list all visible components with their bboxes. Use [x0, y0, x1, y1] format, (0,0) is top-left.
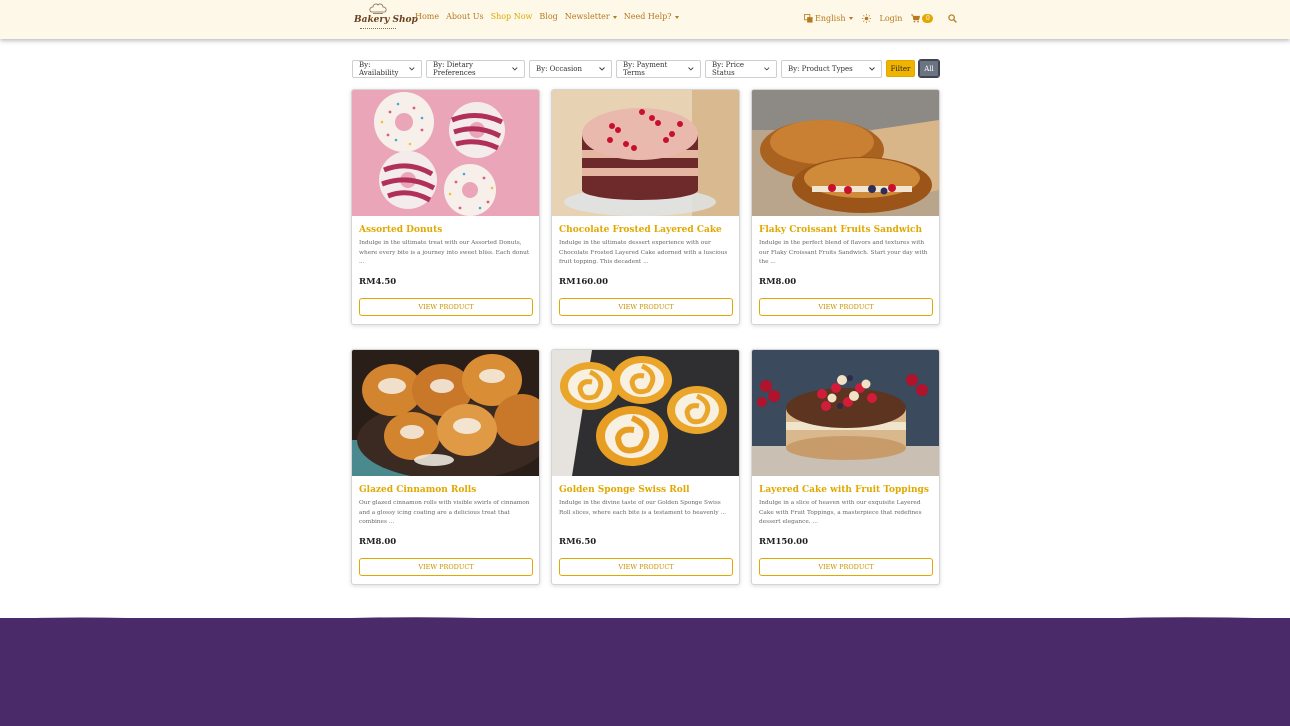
occasion-label: By: Occasion — [536, 65, 582, 73]
all-button[interactable]: All — [918, 59, 940, 78]
product-image[interactable] — [552, 350, 739, 476]
chevron-down-icon — [764, 67, 770, 71]
cinnamon-rolls-photo — [352, 350, 539, 476]
nav-shop-label: Shop Now — [490, 12, 533, 21]
header-tools: English Login 0 — [804, 11, 966, 25]
croissant-photo — [752, 90, 939, 216]
view-product-button[interactable]: VIEW PRODUCT — [759, 298, 933, 316]
availability-label: By: Availability — [359, 61, 399, 77]
donuts-photo — [352, 90, 539, 216]
logo-underline — [360, 28, 396, 30]
nav-newsletter[interactable]: Newsletter — [565, 12, 617, 21]
footer-wave-edge — [0, 617, 1290, 621]
search-icon — [948, 13, 958, 23]
cart-icon — [911, 14, 921, 22]
language-selector[interactable]: English — [804, 14, 853, 23]
chevron-down-icon — [409, 67, 415, 71]
nav-blog[interactable]: Blog — [539, 12, 557, 21]
site-footer — [0, 617, 1290, 726]
product-price: RM8.00 — [759, 277, 797, 287]
product-title[interactable]: Golden Sponge Swiss Roll — [559, 485, 734, 495]
product-price: RM160.00 — [559, 277, 609, 287]
occasion-select[interactable]: By: Occasion — [529, 60, 612, 78]
product-title[interactable]: Chocolate Frosted Layered Cake — [559, 225, 734, 235]
product-image[interactable] — [552, 90, 739, 216]
nav-home[interactable]: Home — [415, 12, 439, 21]
price-status-select[interactable]: By: Price Status — [705, 60, 777, 78]
cart-count-badge: 0 — [922, 13, 934, 23]
product-description: Indulge in the perfect blend of flavors … — [759, 240, 928, 265]
chevron-down-icon — [848, 16, 853, 20]
product-description: Indulge in the ultimate dessert experien… — [559, 240, 728, 265]
filter-button[interactable]: Filter — [886, 60, 915, 77]
nav-need-help[interactable]: Need Help? — [624, 12, 679, 21]
language-label: English — [815, 13, 846, 23]
nav-shop-now[interactable]: Shop Now — [491, 12, 533, 21]
bakery-logo[interactable]: Bakery Shop — [354, 2, 418, 34]
view-product-button[interactable]: VIEW PRODUCT — [559, 558, 733, 576]
product-title[interactable]: Flaky Croissant Fruits Sandwich — [759, 225, 934, 235]
product-image[interactable] — [752, 90, 939, 216]
product-card[interactable]: Glazed Cinnamon Rolls Our glazed cinnamo… — [351, 349, 540, 585]
dietary-preferences-select[interactable]: By: Dietary Preferences — [426, 60, 525, 78]
nav-blog-label: Blog — [539, 12, 558, 21]
price-status-label: By: Price Status — [712, 61, 745, 77]
product-description: Our glazed cinnamon rolls with visible s… — [359, 500, 530, 525]
product-title[interactable]: Layered Cake with Fruit Toppings — [759, 485, 934, 495]
product-card[interactable]: Layered Cake with Fruit Toppings Indulge… — [751, 349, 940, 585]
product-card[interactable]: Chocolate Frosted Layered Cake Indulge i… — [551, 89, 740, 325]
product-title[interactable]: Assorted Donuts — [359, 225, 534, 235]
nav-home-label: Home — [415, 12, 440, 21]
chef-hat-icon — [369, 3, 387, 14]
product-types-label: By: Product Types — [788, 65, 853, 73]
filter-bar: By: Availability By: Dietary Preferences… — [352, 59, 940, 78]
nav-help-label: Need Help? — [623, 12, 672, 21]
product-card[interactable]: Assorted Donuts Indulge in the ultimate … — [351, 89, 540, 325]
dietary-label: By: Dietary Preferences — [433, 61, 476, 77]
chevron-down-icon — [599, 67, 605, 71]
chevron-down-icon — [512, 67, 518, 71]
fruit-cake-photo — [752, 350, 939, 476]
payment-terms-select[interactable]: By: Payment Terms — [616, 60, 701, 78]
chevron-down-icon — [674, 15, 679, 19]
translate-icon — [804, 13, 813, 23]
availability-select[interactable]: By: Availability — [352, 60, 422, 78]
chevron-down-icon — [869, 67, 875, 71]
login-link[interactable]: Login — [880, 14, 903, 23]
view-product-button[interactable]: VIEW PRODUCT — [559, 298, 733, 316]
product-description: Indulge in the divine taste of our Golde… — [559, 500, 727, 516]
layered-cake-photo — [552, 90, 739, 216]
swiss-roll-photo — [552, 350, 739, 476]
cart-button[interactable]: 0 — [911, 13, 934, 23]
sun-icon — [861, 13, 871, 23]
view-product-button[interactable]: VIEW PRODUCT — [359, 558, 533, 576]
nav-about-label: About Us — [446, 12, 484, 21]
nav-newsletter-label: Newsletter — [564, 12, 610, 21]
product-image[interactable] — [352, 90, 539, 216]
product-card[interactable]: Golden Sponge Swiss Roll Indulge in the … — [551, 349, 740, 585]
logo-text: Bakery Shop — [354, 15, 418, 25]
login-label: Login — [879, 13, 903, 23]
theme-toggle[interactable] — [861, 13, 871, 23]
product-price: RM6.50 — [559, 537, 597, 547]
product-price: RM150.00 — [759, 537, 809, 547]
product-image[interactable] — [352, 350, 539, 476]
search-button[interactable] — [942, 13, 958, 23]
chevron-down-icon — [612, 15, 617, 19]
product-price: RM4.50 — [359, 277, 397, 287]
main-nav: Home About Us Shop Now Blog Newsletter N… — [415, 12, 686, 21]
product-image[interactable] — [752, 350, 939, 476]
site-header: Bakery Shop Home About Us Shop Now Blog … — [0, 0, 1290, 39]
payment-label: By: Payment Terms — [623, 61, 668, 77]
view-product-button[interactable]: VIEW PRODUCT — [359, 298, 533, 316]
product-title[interactable]: Glazed Cinnamon Rolls — [359, 485, 534, 495]
nav-about-us[interactable]: About Us — [446, 12, 483, 21]
product-types-select[interactable]: By: Product Types — [781, 60, 882, 78]
view-product-button[interactable]: VIEW PRODUCT — [759, 558, 933, 576]
product-price: RM8.00 — [359, 537, 397, 547]
product-card[interactable]: Flaky Croissant Fruits Sandwich Indulge … — [751, 89, 940, 325]
product-description: Indulge in the ultimate treat with our A… — [359, 240, 530, 265]
product-description: Indulge in a slice of heaven with our ex… — [759, 500, 922, 525]
chevron-down-icon — [688, 67, 694, 71]
